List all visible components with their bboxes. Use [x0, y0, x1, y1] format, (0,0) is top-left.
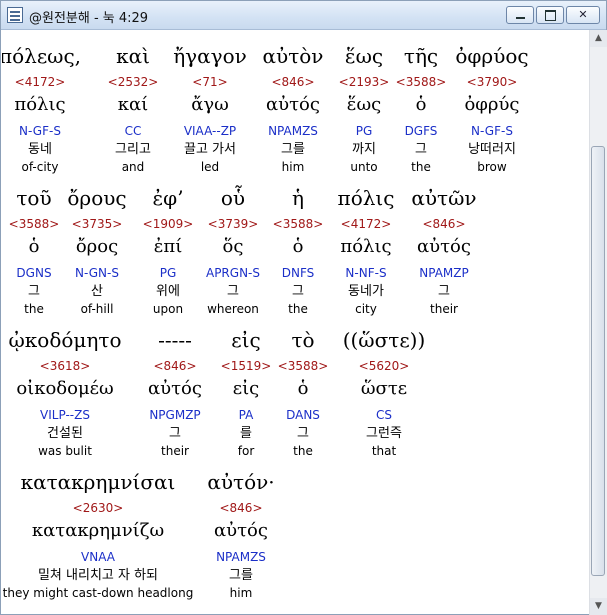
lemma: αὐτός — [214, 520, 268, 541]
korean-gloss: 낭떠러지 — [468, 142, 516, 157]
korean-gloss: 그런즉 — [366, 426, 402, 441]
minimize-button[interactable] — [506, 6, 534, 24]
interlinear-content: πόλεως, <4172> πόλις N-GF-S 동네 of-city καὶ <253… — [2, 30, 589, 615]
lemma: ὥστε — [360, 378, 408, 399]
parsing-code: CS — [376, 408, 392, 422]
greek-word: ὀφρύος — [455, 44, 529, 68]
scroll-down-arrow-icon[interactable]: ▼ — [590, 598, 607, 615]
scrollbar-thumb[interactable] — [591, 146, 605, 576]
strong-number: <846> — [422, 217, 466, 231]
strong-number: <846> — [219, 501, 263, 515]
english-gloss: that — [371, 444, 397, 458]
title-bar[interactable]: @원전분해 - 눅 4:29 — [1, 1, 606, 30]
greek-word: αὐτόν· — [207, 470, 275, 494]
korean-gloss: 그를 — [229, 568, 253, 583]
close-button[interactable] — [566, 6, 600, 24]
parsing-code: NPAMZS — [216, 550, 266, 564]
lemma: αὐτός — [417, 236, 471, 257]
window-title: @원전분해 - 눅 4:29 — [29, 11, 149, 26]
english-gloss: him — [229, 586, 253, 600]
app-window: @원전분해 - 눅 4:29 πόλεως,<4172>πόλιςN-GF-S동… — [0, 0, 607, 615]
lemma: ὀφρύς — [464, 94, 520, 115]
parsing-code: NPAMZP — [419, 266, 469, 280]
maximize-button[interactable] — [536, 6, 564, 24]
document-icon — [7, 7, 23, 23]
english-gloss: their — [430, 302, 458, 316]
vertical-scrollbar[interactable]: ▲ ▼ — [589, 30, 607, 615]
scroll-up-arrow-icon[interactable]: ▲ — [590, 30, 607, 47]
korean-gloss: 그 — [438, 284, 450, 299]
greek-word: ((ὥστε)) — [342, 328, 426, 352]
parsing-code: N-GF-S — [471, 124, 513, 138]
greek-word: αὐτῶν — [411, 186, 477, 210]
english-gloss: brow — [477, 160, 507, 174]
strong-number: <3790> — [466, 75, 518, 89]
strong-number: <5620> — [358, 359, 410, 373]
